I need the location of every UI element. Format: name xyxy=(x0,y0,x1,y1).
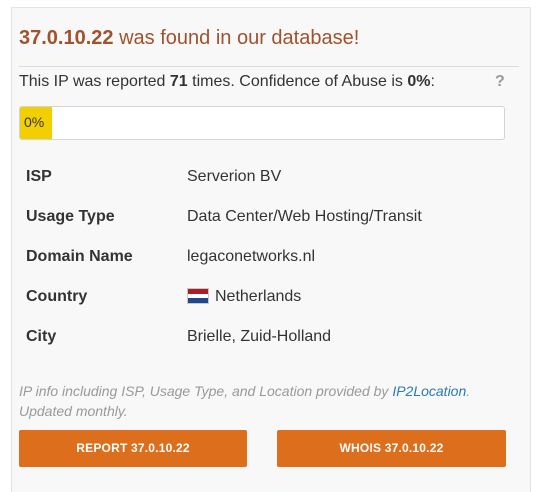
confidence-value: 0% xyxy=(407,73,431,90)
data-source-footnote: IP info including ISP, Usage Type, and L… xyxy=(19,381,489,421)
detail-value: Data Center/Web Hosting/Transit xyxy=(187,208,422,225)
summary-prefix: This IP was reported xyxy=(19,73,166,90)
abuse-confidence-meter: 0% xyxy=(19,106,505,140)
detail-value: legaconetworks.nl xyxy=(187,248,316,265)
report-count: 71 xyxy=(169,73,188,90)
detail-label: Usage Type xyxy=(26,208,115,225)
divider xyxy=(19,66,519,67)
ip-address: 37.0.10.22 xyxy=(19,27,114,49)
detail-value: Netherlands xyxy=(187,288,301,306)
whois-button[interactable]: WHOIS 37.0.10.22 xyxy=(277,430,506,467)
detail-label: ISP xyxy=(26,168,52,185)
netherlands-flag-icon xyxy=(187,288,209,304)
detail-value: Serverion BV xyxy=(187,168,282,185)
detail-label: City xyxy=(26,328,57,345)
footnote-text: IP info including ISP, Usage Type, and L… xyxy=(19,383,389,399)
abuse-confidence-label: 0% xyxy=(24,114,45,130)
detail-label: Domain Name xyxy=(26,248,133,265)
found-text: was found in our database! xyxy=(119,27,360,49)
detail-label: Country xyxy=(26,288,88,305)
report-summary: This IP was reported 71 times. Confidenc… xyxy=(19,73,435,91)
report-ip-button[interactable]: REPORT 37.0.10.22 xyxy=(19,430,247,467)
page-title: 37.0.10.22 was found in our database! xyxy=(19,27,359,50)
ip2location-link[interactable]: IP2Location xyxy=(392,383,466,399)
summary-middle: times. Confidence of Abuse is xyxy=(192,73,403,90)
summary-suffix: : xyxy=(430,73,435,90)
detail-value: Brielle, Zuid-Holland xyxy=(187,328,332,345)
country-name: Netherlands xyxy=(215,288,302,305)
help-icon[interactable]: ? xyxy=(495,73,505,91)
